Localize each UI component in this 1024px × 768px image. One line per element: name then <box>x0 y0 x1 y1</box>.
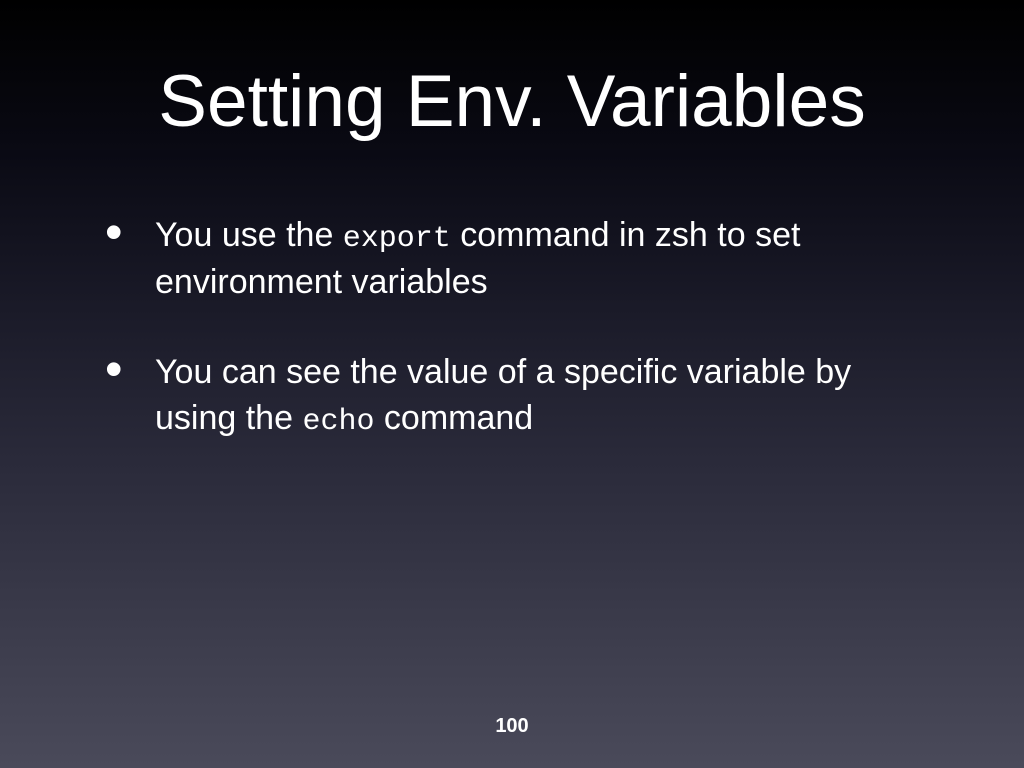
bullet-text-pre: You use the <box>155 216 343 254</box>
page-number: 100 <box>495 715 528 738</box>
bullet-text-post: command <box>374 399 533 437</box>
slide-title: Setting Env. Variables <box>95 60 929 143</box>
slide-container: Setting Env. Variables You use the expor… <box>0 0 1024 768</box>
bullet-code: echo <box>302 405 374 439</box>
bullet-item: You use the export command in zsh to set… <box>105 213 929 305</box>
bullet-code: export <box>343 222 451 256</box>
bullet-list: You use the export command in zsh to set… <box>95 213 929 443</box>
bullet-item: You can see the value of a specific vari… <box>105 350 929 442</box>
